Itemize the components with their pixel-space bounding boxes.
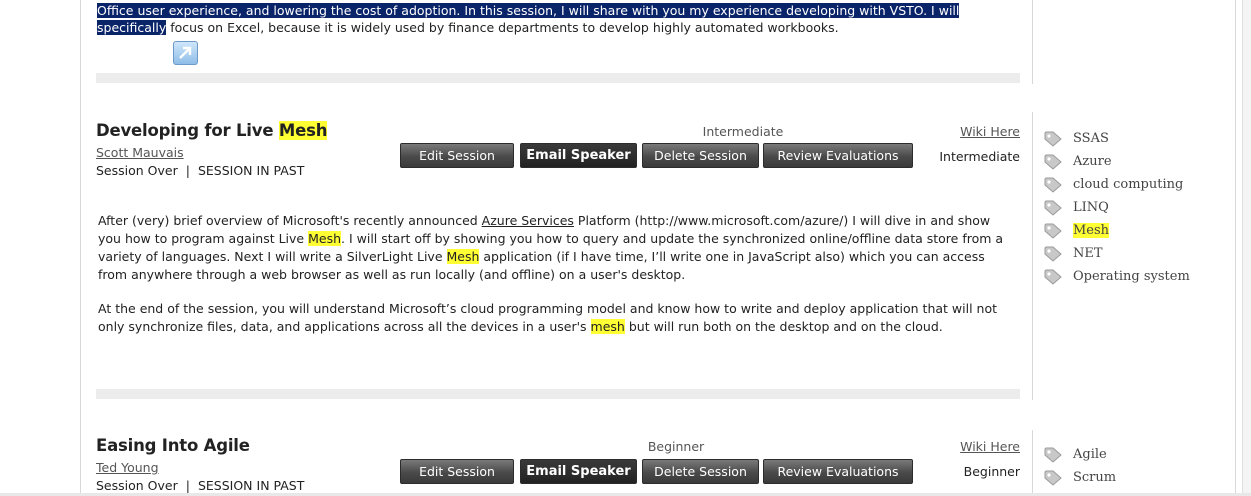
tag-label: Scrum (1073, 470, 1117, 485)
session-separator (96, 73, 1020, 83)
session-title: Easing Into Agile (96, 436, 250, 455)
session-level: Beginner (647, 439, 705, 454)
tag-label: Operating system (1073, 269, 1190, 284)
tag-label: Azure (1073, 154, 1112, 169)
tag-item[interactable]: Scrum (1044, 466, 1116, 489)
tag-label: Mesh (1073, 223, 1110, 238)
tag-label: SSAS (1073, 131, 1109, 146)
email-speaker-button[interactable]: Email Speaker (520, 143, 637, 168)
tag-item[interactable]: SSAS (1044, 127, 1190, 150)
edit-session-button[interactable]: Edit Session (400, 143, 514, 168)
session-status: Session Over | SESSION IN PAST (96, 163, 305, 178)
session-level-right: Intermediate (939, 149, 1020, 164)
edit-session-button[interactable]: Edit Session (400, 459, 514, 484)
tag-item[interactable]: Azure (1044, 150, 1190, 173)
search-highlight: Mesh (308, 231, 342, 246)
tag-label: NET (1073, 246, 1103, 261)
description-text: focus on Excel, because it is widely use… (166, 20, 839, 35)
tag-icon (1044, 470, 1062, 486)
tag-list: Agile Scrum (1044, 443, 1116, 489)
azure-services-link[interactable]: Azure Services (482, 213, 574, 228)
review-evaluations-button[interactable]: Review Evaluations (763, 143, 913, 168)
tag-label: LINQ (1073, 200, 1109, 215)
vertical-scrollbar[interactable] (1242, 0, 1251, 496)
status-past-text: SESSION IN PAST (197, 163, 305, 178)
description-text: but will run both on the desktop and on … (624, 319, 943, 334)
tag-icon (1044, 200, 1062, 216)
selected-text-2: specifically (97, 20, 167, 35)
session-title-text: Developing for Live (96, 121, 279, 140)
sidebar-divider-bottom (1032, 430, 1033, 496)
prev-session-description: Office user experience, and lowering the… (97, 2, 977, 36)
search-highlight: Mesh (278, 121, 328, 140)
description-text: After (very) brief overview of Microsoft… (98, 213, 482, 228)
tag-icon (1044, 269, 1062, 285)
tag-icon (1044, 223, 1062, 239)
sidebar-divider-mid (1032, 112, 1033, 400)
tag-label: cloud computing (1073, 177, 1184, 192)
description-paragraph-2: At the end of the session, you will unde… (98, 300, 1008, 336)
search-highlight: mesh (590, 319, 625, 334)
session-level: Intermediate (702, 124, 784, 139)
delete-session-button[interactable]: Delete Session (642, 459, 759, 484)
delete-session-button[interactable]: Delete Session (642, 143, 759, 168)
tag-item[interactable]: LINQ (1044, 196, 1190, 219)
sidebar-divider-top (1032, 0, 1033, 84)
session-title: Developing for Live Mesh (96, 121, 327, 140)
tag-item[interactable]: NET (1044, 242, 1190, 265)
tag-list: SSAS Azure cloud computing LINQ Mesh NET… (1044, 127, 1190, 288)
session-status: Session Over | SESSION IN PAST (96, 478, 305, 493)
email-speaker-button[interactable]: Email Speaker (520, 459, 637, 484)
status-text: Session Over (96, 163, 178, 178)
expand-arrow-icon[interactable] (173, 41, 198, 65)
status-past-text: SESSION IN PAST (197, 478, 305, 493)
session-separator (96, 389, 1020, 399)
tag-item[interactable]: cloud computing (1044, 173, 1190, 196)
tag-item[interactable]: Mesh (1044, 219, 1190, 242)
tag-icon (1044, 131, 1062, 147)
speaker-link[interactable]: Ted Young (96, 460, 159, 475)
speaker-link[interactable]: Scott Mauvais (96, 145, 184, 160)
tag-icon (1044, 177, 1062, 193)
tag-icon (1044, 154, 1062, 170)
wiki-link[interactable]: Wiki Here (960, 439, 1020, 454)
tag-item[interactable]: Agile (1044, 443, 1116, 466)
search-highlight: Mesh (446, 249, 480, 264)
session-description: After (very) brief overview of Microsoft… (98, 212, 1008, 352)
tag-icon (1044, 447, 1062, 463)
wiki-link[interactable]: Wiki Here (960, 124, 1020, 139)
review-evaluations-button[interactable]: Review Evaluations (763, 459, 913, 484)
session-level-right: Beginner (963, 464, 1020, 479)
tag-icon (1044, 246, 1062, 262)
tag-label: Agile (1073, 447, 1107, 462)
selected-text: Office user experience, and lowering the… (97, 3, 960, 18)
tag-item[interactable]: Operating system (1044, 265, 1190, 288)
description-paragraph-1: After (very) brief overview of Microsoft… (98, 212, 1008, 284)
status-text: Session Over (96, 478, 178, 493)
